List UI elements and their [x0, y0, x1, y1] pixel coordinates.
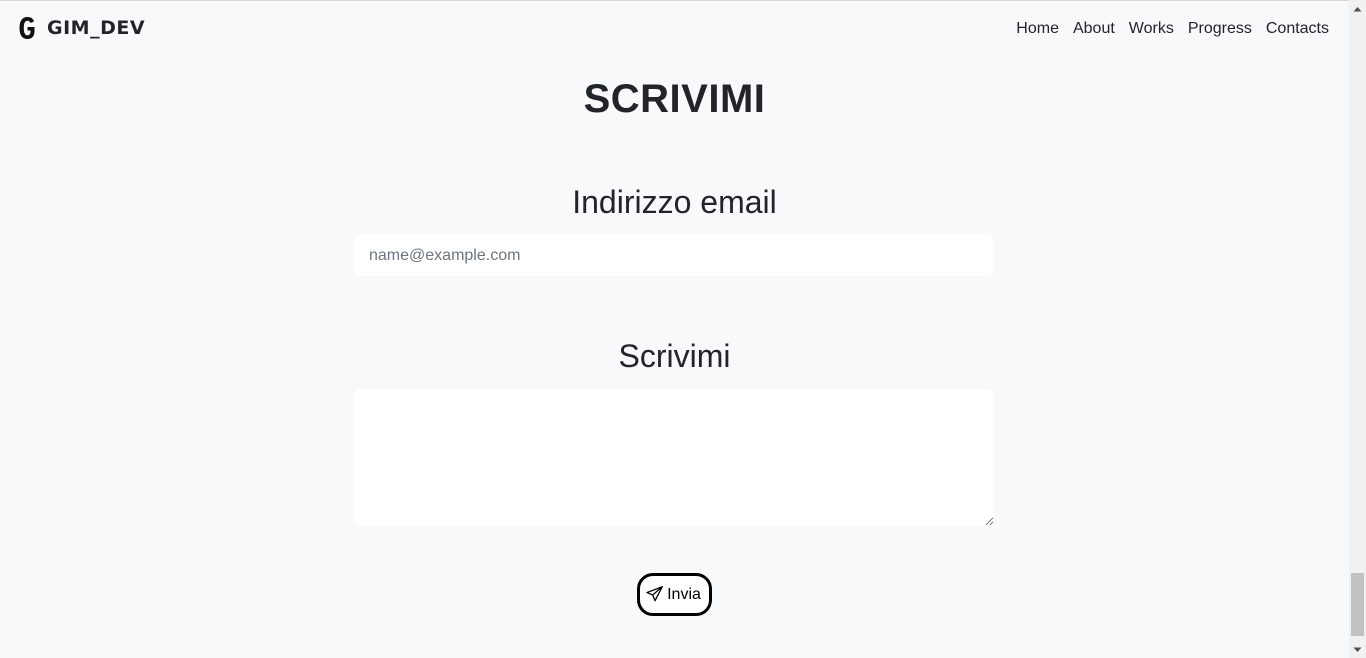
- section-title: SCRIVIMI: [583, 77, 766, 121]
- scrollbar-thumb[interactable]: [1351, 573, 1364, 636]
- scroll-down-arrow-icon[interactable]: [1349, 641, 1366, 658]
- vertical-scrollbar[interactable]: [1349, 0, 1366, 658]
- nav-link-progress[interactable]: Progress: [1181, 20, 1259, 38]
- nav-link-works[interactable]: Works: [1122, 20, 1181, 38]
- page: GIM_DEV Home About Works Progress Contac…: [0, 0, 1349, 658]
- email-input[interactable]: [354, 235, 994, 276]
- message-label: Scrivimi: [618, 338, 731, 374]
- brand-text: GIM_DEV: [47, 17, 146, 39]
- message-textarea[interactable]: [354, 389, 994, 526]
- send-button-label: Invia: [667, 585, 701, 603]
- email-label: Indirizzo email: [572, 184, 777, 220]
- nav-links: Home About Works Progress Contacts: [1009, 20, 1329, 38]
- brand-link[interactable]: GIM_DEV: [14, 13, 145, 43]
- send-icon: [646, 586, 663, 603]
- nav-link-home[interactable]: Home: [1009, 20, 1066, 38]
- send-button[interactable]: Invia: [637, 573, 712, 616]
- nav-link-about[interactable]: About: [1066, 20, 1122, 38]
- g-logo-icon: [14, 13, 40, 43]
- scroll-up-arrow-icon[interactable]: [1349, 0, 1366, 17]
- navbar: GIM_DEV Home About Works Progress Contac…: [0, 1, 1349, 59]
- nav-link-contacts[interactable]: Contacts: [1259, 20, 1329, 38]
